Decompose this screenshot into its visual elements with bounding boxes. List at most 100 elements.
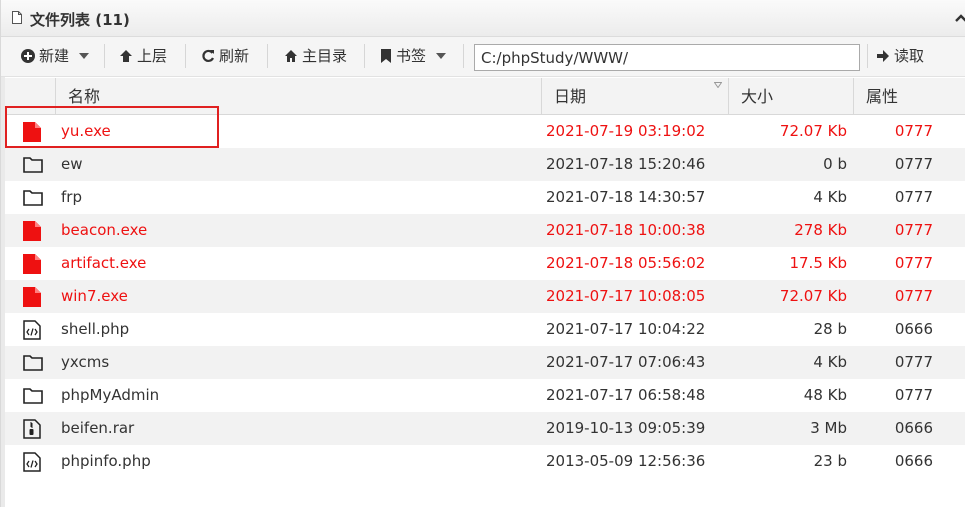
file-size: 72.07 Kb (779, 287, 847, 305)
up-level-button[interactable]: 上层 (119, 43, 167, 69)
file-name-link[interactable]: beifen.rar (61, 412, 134, 445)
header-select-cell (5, 78, 56, 115)
table-row[interactable]: shell.php 2021-07-17 10:04:22 28 b 0666 (5, 313, 965, 346)
file-date: 2021-07-18 05:56:02 (546, 254, 706, 272)
bookmark-icon (381, 49, 391, 63)
chevron-down-icon (436, 53, 447, 59)
bookmark-button[interactable]: 书签 (380, 43, 447, 69)
bookmark-label: 书签 (396, 47, 427, 65)
file-size: 278 Kb (794, 221, 847, 239)
file-size: 4 Kb (813, 188, 847, 206)
refresh-icon (202, 49, 215, 63)
table-row[interactable]: phpinfo.php 2013-05-09 12:56:36 23 b 0666 (5, 445, 965, 478)
file-size: 48 Kb (803, 386, 847, 404)
toolbar-divider (104, 44, 105, 68)
file-date: 2021-07-17 07:06:43 (546, 353, 706, 371)
file-attr[interactable]: 0666 (895, 313, 933, 346)
file-attr[interactable]: 0777 (895, 115, 933, 148)
folder-icon (23, 155, 43, 177)
toolbar-divider (463, 44, 464, 68)
document-icon (12, 11, 22, 24)
collapse-icon[interactable] (954, 13, 965, 23)
folder-icon (23, 188, 43, 210)
code-file-icon (23, 320, 41, 344)
table-row[interactable]: yxcms 2021-07-17 07:06:43 4 Kb 0777 (5, 346, 965, 379)
file-red-icon (23, 122, 41, 146)
file-attr[interactable]: 0777 (895, 379, 933, 412)
file-attr[interactable]: 0777 (895, 214, 933, 247)
file-name-link[interactable]: shell.php (61, 313, 129, 346)
arrow-right-icon (877, 50, 889, 62)
plus-circle-icon (21, 49, 35, 63)
file-name-link[interactable]: yxcms (61, 346, 109, 379)
sort-icon (714, 82, 722, 88)
column-header-size-label: 大小 (741, 87, 774, 106)
home-button[interactable]: 主目录 (284, 43, 347, 69)
new-button[interactable]: 新建 (21, 43, 90, 69)
refresh-label: 刷新 (219, 47, 250, 65)
chevron-down-icon (79, 53, 90, 59)
table-row[interactable]: frp 2021-07-18 14:30:57 4 Kb 0777 (5, 181, 965, 214)
file-name-link[interactable]: yu.exe (61, 115, 111, 148)
home-icon (285, 50, 297, 62)
file-date: 2021-07-18 10:00:38 (546, 221, 706, 239)
toolbar-divider (867, 44, 868, 68)
folder-icon (23, 386, 43, 408)
home-label: 主目录 (302, 47, 348, 65)
table-row[interactable]: beifen.rar 2019-10-13 09:05:39 3 Mb 0666 (5, 412, 965, 445)
file-attr[interactable]: 0666 (895, 445, 933, 478)
column-header-name[interactable]: 名称 (56, 78, 542, 115)
table-row[interactable]: yu.exe 2021-07-19 03:19:02 72.07 Kb 0777 (5, 115, 965, 148)
new-button-label: 新建 (39, 47, 70, 65)
file-name-link[interactable]: phpMyAdmin (61, 379, 159, 412)
file-attr[interactable]: 0666 (895, 412, 933, 445)
file-date: 2013-05-09 12:56:36 (546, 452, 706, 470)
read-label: 读取 (894, 47, 925, 65)
code-file-icon (23, 452, 41, 476)
file-size: 17.5 Kb (789, 254, 847, 272)
arrow-up-icon (120, 50, 132, 62)
file-size: 23 b (813, 452, 847, 470)
column-header-name-label: 名称 (68, 87, 101, 106)
toolbar-divider (185, 44, 186, 68)
folder-icon (23, 353, 43, 375)
file-size: 28 b (813, 320, 847, 338)
file-date: 2021-07-18 15:20:46 (546, 155, 706, 173)
table-row[interactable]: ew 2021-07-18 15:20:46 0 b 0777 (5, 148, 965, 181)
column-header-date-label: 日期 (554, 87, 587, 106)
panel-titlebar: 文件列表 (11) (1, 0, 965, 37)
file-date: 2021-07-17 06:58:48 (546, 386, 706, 404)
column-header-attr[interactable]: 属性 (854, 78, 965, 115)
archive-file-icon (23, 419, 41, 443)
file-date: 2021-07-18 14:30:57 (546, 188, 706, 206)
table-header: 名称 日期 大小 属性 (5, 78, 965, 115)
file-attr[interactable]: 0777 (895, 148, 933, 181)
file-attr[interactable]: 0777 (895, 247, 933, 280)
file-name-link[interactable]: win7.exe (61, 280, 128, 313)
file-date: 2019-10-13 09:05:39 (546, 419, 706, 437)
column-header-attr-label: 属性 (866, 87, 899, 106)
refresh-button[interactable]: 刷新 (201, 43, 249, 69)
file-attr[interactable]: 0777 (895, 280, 933, 313)
toolbar-divider (364, 44, 365, 68)
file-size: 72.07 Kb (779, 122, 847, 140)
read-button[interactable]: 读取 (876, 43, 924, 69)
column-header-date[interactable]: 日期 (542, 78, 729, 115)
file-name-link[interactable]: beacon.exe (61, 214, 147, 247)
file-attr[interactable]: 0777 (895, 346, 933, 379)
path-input[interactable] (474, 44, 860, 71)
file-size: 4 Kb (813, 353, 847, 371)
file-attr[interactable]: 0777 (895, 181, 933, 214)
file-name-link[interactable]: ew (61, 148, 83, 181)
panel-title: 文件列表 (11) (30, 11, 130, 29)
column-header-size[interactable]: 大小 (729, 78, 854, 115)
file-size: 0 b (823, 155, 847, 173)
file-name-link[interactable]: artifact.exe (61, 247, 146, 280)
table-row[interactable]: phpMyAdmin 2021-07-17 06:58:48 48 Kb 0777 (5, 379, 965, 412)
file-date: 2021-07-17 10:04:22 (546, 320, 706, 338)
table-row[interactable]: beacon.exe 2021-07-18 10:00:38 278 Kb 0777 (5, 214, 965, 247)
table-row[interactable]: artifact.exe 2021-07-18 05:56:02 17.5 Kb 07… (5, 247, 965, 280)
table-row[interactable]: win7.exe 2021-07-17 10:08:05 72.07 Kb 0777 (5, 280, 965, 313)
file-name-link[interactable]: phpinfo.php (61, 445, 151, 478)
file-name-link[interactable]: frp (61, 181, 82, 214)
